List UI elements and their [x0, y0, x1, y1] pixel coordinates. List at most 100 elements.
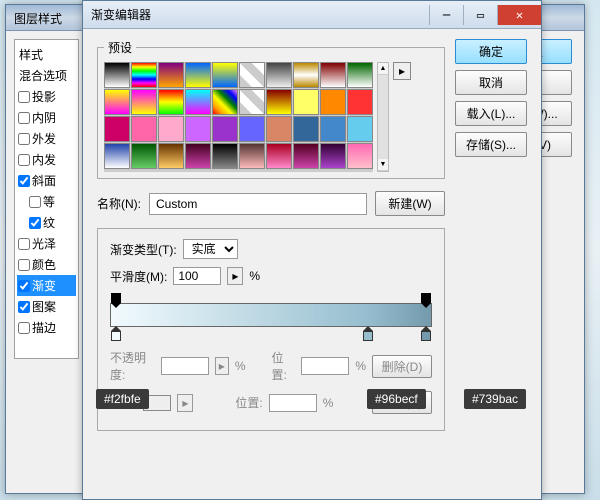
preset-swatch[interactable]	[131, 62, 157, 88]
style-item-label: 图案	[32, 298, 56, 315]
preset-swatch[interactable]	[212, 143, 238, 169]
style-checkbox[interactable]	[18, 280, 30, 292]
style-list-item[interactable]: 颜色	[17, 254, 76, 275]
opacity-stop[interactable]	[111, 293, 121, 303]
style-checkbox[interactable]	[29, 196, 41, 208]
preset-swatch[interactable]	[185, 143, 211, 169]
preset-swatch[interactable]	[320, 89, 346, 115]
preset-swatches-grid	[104, 62, 373, 172]
style-checkbox[interactable]	[18, 133, 30, 145]
preset-swatch[interactable]	[266, 143, 292, 169]
style-item-label: 颜色	[32, 256, 56, 273]
preset-swatch[interactable]	[185, 89, 211, 115]
opacity-position-input	[301, 357, 349, 375]
preset-menu-button[interactable]: ▸	[393, 62, 411, 80]
preset-swatch[interactable]	[320, 143, 346, 169]
style-list-item[interactable]: 纹	[17, 212, 76, 233]
preset-swatch[interactable]	[320, 62, 346, 88]
preset-swatch[interactable]	[293, 62, 319, 88]
gradient-editor-title: 渐变编辑器	[91, 6, 429, 23]
style-list-item[interactable]: 内发	[17, 149, 76, 170]
style-checkbox[interactable]	[18, 301, 30, 313]
minimize-button[interactable]: ─	[429, 5, 463, 25]
preset-swatch[interactable]	[239, 62, 265, 88]
color-stop[interactable]	[111, 331, 121, 341]
style-item-label: 斜面	[32, 172, 56, 189]
preset-swatch[interactable]	[347, 143, 373, 169]
preset-swatch[interactable]	[131, 116, 157, 142]
preset-swatch[interactable]	[320, 116, 346, 142]
preset-swatch[interactable]	[158, 62, 184, 88]
scrollbar-track[interactable]	[378, 75, 388, 159]
style-list-item[interactable]: 描边	[17, 317, 76, 338]
style-checkbox[interactable]	[18, 112, 30, 124]
ok-button[interactable]: 确定	[455, 39, 527, 64]
style-list-item[interactable]: 图案	[17, 296, 76, 317]
scroll-down-icon[interactable]: ▼	[378, 159, 388, 171]
preset-swatch[interactable]	[266, 116, 292, 142]
smoothness-stepper[interactable]: ▸	[227, 267, 243, 285]
style-checkbox[interactable]	[18, 259, 30, 271]
preset-swatch[interactable]	[347, 89, 373, 115]
preset-swatch[interactable]	[158, 89, 184, 115]
close-button[interactable]: ✕	[497, 5, 541, 25]
preset-swatch[interactable]	[104, 116, 130, 142]
preset-swatch[interactable]	[266, 89, 292, 115]
opacity-stop[interactable]	[421, 293, 431, 303]
preset-swatch[interactable]	[347, 116, 373, 142]
style-list-item[interactable]: 光泽	[17, 233, 76, 254]
style-list-item[interactable]: 等	[17, 191, 76, 212]
name-input[interactable]	[149, 193, 367, 215]
preset-swatch[interactable]	[185, 116, 211, 142]
load-button[interactable]: 载入(L)...	[455, 101, 527, 126]
preset-swatch[interactable]	[158, 143, 184, 169]
preset-swatch[interactable]	[131, 143, 157, 169]
preset-swatch[interactable]	[347, 62, 373, 88]
name-label: 名称(N):	[97, 195, 141, 212]
smoothness-input[interactable]	[173, 267, 221, 285]
save-button[interactable]: 存储(S)...	[455, 132, 527, 157]
style-checkbox[interactable]	[18, 322, 30, 334]
preset-swatch[interactable]	[212, 116, 238, 142]
color-stop[interactable]	[421, 331, 431, 341]
delete-opacity-stop-button[interactable]: 删除(D)	[372, 355, 432, 378]
preset-swatch[interactable]	[185, 62, 211, 88]
color-picker-button[interactable]: ▸	[177, 394, 193, 412]
gradient-preview-bar[interactable]	[110, 303, 432, 327]
color-stop[interactable]	[363, 331, 373, 341]
gradient-editor-titlebar[interactable]: 渐变编辑器 ─ ▭ ✕	[83, 1, 541, 29]
preset-swatch[interactable]	[158, 116, 184, 142]
gradient-type-select[interactable]: 实底	[183, 239, 238, 259]
preset-swatch[interactable]	[131, 89, 157, 115]
preset-swatch[interactable]	[212, 89, 238, 115]
cancel-button[interactable]: 取消	[455, 70, 527, 95]
style-list-item[interactable]: 内阴	[17, 107, 76, 128]
style-list-item[interactable]: 渐变	[17, 275, 76, 296]
style-checkbox[interactable]	[18, 154, 30, 166]
style-checkbox[interactable]	[18, 238, 30, 250]
preset-swatch[interactable]	[104, 89, 130, 115]
preset-swatch[interactable]	[293, 116, 319, 142]
preset-swatch[interactable]	[293, 143, 319, 169]
gradient-editor-window: 渐变编辑器 ─ ▭ ✕ 预设 ▲ ▼ ▸	[82, 0, 542, 500]
style-checkbox[interactable]	[18, 91, 30, 103]
style-checkbox[interactable]	[29, 217, 41, 229]
preset-swatch[interactable]	[293, 89, 319, 115]
preset-swatch[interactable]	[239, 116, 265, 142]
preset-swatch[interactable]	[104, 143, 130, 169]
style-item-label: 内发	[32, 151, 56, 168]
style-list-item[interactable]: 外发	[17, 128, 76, 149]
style-list-item[interactable]: 斜面	[17, 170, 76, 191]
percent-label-3: %	[355, 359, 366, 373]
preset-swatch[interactable]	[212, 62, 238, 88]
preset-swatch[interactable]	[239, 89, 265, 115]
preset-swatch[interactable]	[239, 143, 265, 169]
new-gradient-button[interactable]: 新建(W)	[375, 191, 445, 216]
style-list-item[interactable]: 投影	[17, 86, 76, 107]
maximize-button[interactable]: ▭	[463, 5, 497, 25]
scroll-up-icon[interactable]: ▲	[378, 63, 388, 75]
preset-swatch[interactable]	[104, 62, 130, 88]
preset-scrollbar[interactable]: ▲ ▼	[377, 62, 389, 172]
style-checkbox[interactable]	[18, 175, 30, 187]
preset-swatch[interactable]	[266, 62, 292, 88]
